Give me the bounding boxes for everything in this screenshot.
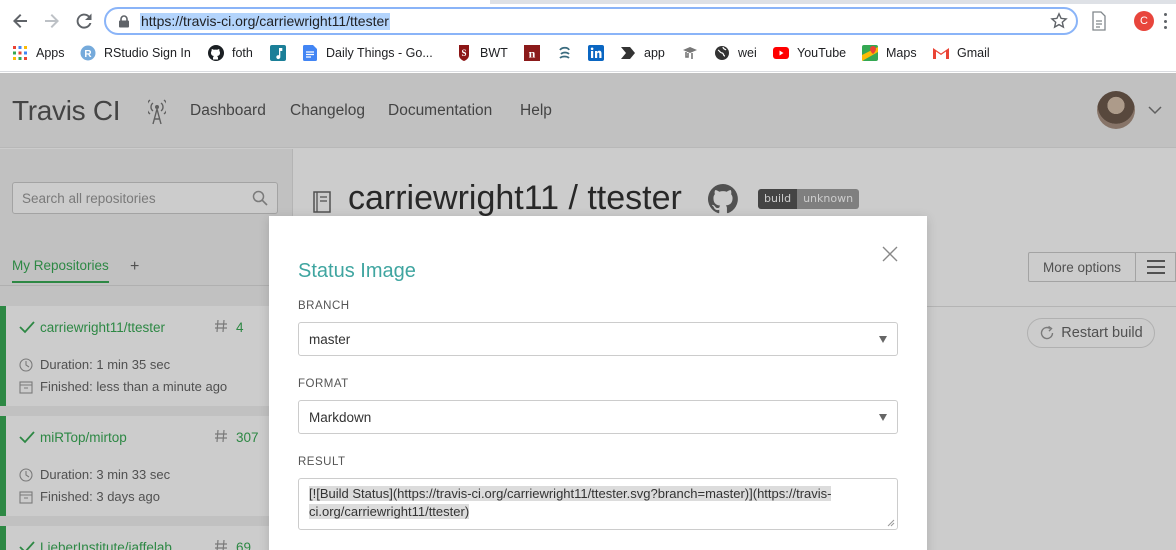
bookmark-label: Gmail (957, 46, 990, 60)
bookmark-youtube[interactable]: YouTube (773, 42, 846, 64)
linkedin-icon (588, 45, 604, 61)
address-bar[interactable]: https://travis-ci.org/carriewright11/tte… (104, 7, 1078, 35)
github-icon (208, 45, 224, 61)
format-select[interactable]: Markdown (298, 400, 898, 434)
active-tab-edge[interactable] (0, 0, 490, 4)
browser-toolbar: https://travis-ci.org/carriewright11/tte… (0, 0, 1176, 72)
svg-text:n: n (529, 47, 536, 61)
bookmark-label: Daily Things - Go... (326, 46, 433, 60)
modal-title: Status Image (298, 260, 416, 282)
lock-icon (119, 15, 129, 28)
stanford-icon: S (456, 45, 472, 61)
apps-grid-icon (12, 45, 28, 61)
reload-icon[interactable] (72, 9, 96, 33)
bookmark-label: Maps (886, 46, 917, 60)
close-icon[interactable] (880, 244, 900, 264)
browser-menu-icon[interactable] (1163, 13, 1167, 29)
globe-icon (714, 45, 730, 61)
bookmark-gmail[interactable]: Gmail (933, 42, 990, 64)
branch-label: BRANCH (298, 300, 350, 312)
bookmark-label: Apps (36, 46, 65, 60)
profile-avatar[interactable]: C (1134, 11, 1154, 31)
bookmark-label: BWT (480, 46, 508, 60)
bookmark-daily-things[interactable]: Daily Things - Go... (302, 42, 433, 64)
bookmark-music[interactable] (270, 42, 294, 64)
result-line: ci.org/carriewright11/ttester) (309, 504, 470, 519)
bookmark-label: RStudio Sign In (104, 46, 191, 60)
youtube-icon (773, 45, 789, 61)
svg-text:R: R (84, 49, 92, 60)
bookmark-linkedin[interactable] (588, 42, 612, 64)
svg-text:S: S (461, 48, 466, 58)
graduation-cap-icon (682, 45, 698, 61)
bookmark-label: wei (738, 46, 757, 60)
format-label: FORMAT (298, 378, 349, 390)
branch-select[interactable]: master (298, 322, 898, 356)
dropdown-arrow-icon (879, 414, 887, 421)
bookmark-wei[interactable]: wei (714, 42, 757, 64)
status-image-modal: Status Image BRANCH master FORMAT Markdo… (269, 216, 927, 550)
bookmark-label: foth (232, 46, 253, 60)
rstudio-icon: R (80, 45, 96, 61)
forward-icon[interactable] (40, 9, 64, 33)
tab-strip (0, 0, 1176, 4)
url-text[interactable]: https://travis-ci.org/carriewright11/tte… (140, 13, 390, 30)
bookmark-apps[interactable]: Apps (12, 42, 65, 64)
bookmark-label: app (644, 46, 665, 60)
swirl-icon (557, 45, 573, 61)
music-note-icon (270, 45, 286, 61)
maps-icon (862, 45, 878, 61)
bookmark-maps[interactable]: Maps (862, 42, 917, 64)
arrow-tag-icon (620, 45, 636, 61)
result-line: [![Build Status](https://travis-ci.org/c… (309, 486, 832, 501)
n-icon: n (524, 45, 540, 61)
google-docs-icon (302, 45, 318, 61)
bookmark-foth[interactable]: foth (208, 42, 253, 64)
bookmark-rstudio[interactable]: R RStudio Sign In (80, 42, 191, 64)
result-textarea[interactable]: [![Build Status](https://travis-ci.org/c… (298, 478, 898, 530)
bookmarks-bar: Apps R RStudio Sign In foth Daily Things… (0, 42, 1176, 64)
bookmark-bwt[interactable]: S BWT (456, 42, 508, 64)
format-value: Markdown (309, 410, 372, 425)
document-extension-icon[interactable] (1090, 11, 1108, 31)
branch-value: master (309, 332, 351, 347)
bookmark-swirl[interactable] (557, 42, 581, 64)
back-icon[interactable] (8, 9, 32, 33)
result-label: RESULT (298, 456, 346, 468)
bookmark-app[interactable]: app (620, 42, 665, 64)
gmail-icon (933, 45, 949, 61)
bookmark-star-icon[interactable] (1050, 12, 1068, 30)
bookmark-n[interactable]: n (524, 42, 548, 64)
bookmark-label: YouTube (797, 46, 847, 60)
resize-handle-icon[interactable] (887, 519, 895, 527)
bookmark-grad[interactable] (682, 42, 706, 64)
dropdown-arrow-icon (879, 336, 887, 343)
